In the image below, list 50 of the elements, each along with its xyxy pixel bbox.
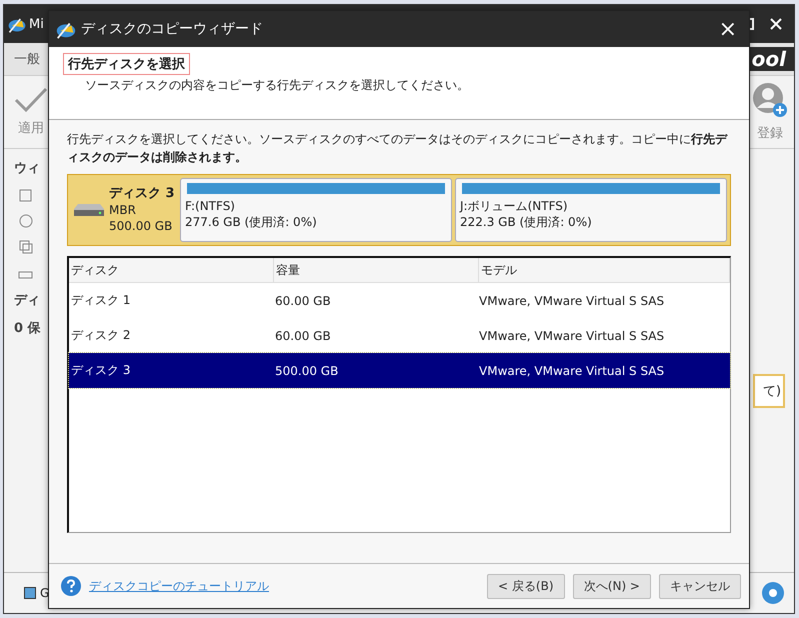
partition-label: J:ボリューム(NTFS)	[460, 198, 569, 214]
column-header[interactable]: モデル	[479, 258, 730, 282]
legend-swatch	[24, 587, 36, 599]
sidebar-status: 0 保	[14, 320, 41, 337]
table-cell-text: 60.00 GB	[274, 328, 332, 342]
partition-label: F:(NTFS)	[185, 198, 236, 214]
sidebar-item-icon[interactable]	[18, 213, 34, 229]
tutorial-link[interactable]: ディスクコピーのチュートリアル	[89, 578, 269, 594]
table-cell-text: 500.00 GB	[274, 364, 340, 378]
close-button[interactable]: ×	[710, 16, 745, 42]
step-description: ソースディスクの内容をコピーする行先ディスクを選択してください。	[85, 77, 469, 94]
user-add-icon[interactable]	[752, 82, 788, 118]
sidebar-heading: ウィ	[14, 160, 41, 177]
table-cell-text: ディスク 3	[70, 362, 132, 379]
disk-row[interactable]: ディスク 3 500.00 GB VMware, VMware Virtual S SAS	[69, 353, 730, 388]
disk-row[interactable]: ディスク 1 60.00 GB VMware, VMware Virtual S SAS	[69, 283, 730, 318]
step-heading: 行先ディスクを選択	[63, 53, 190, 75]
partition-style: MBR	[109, 202, 137, 218]
wizard-button[interactable]: 次へ(N) >	[572, 574, 651, 598]
column-header[interactable]: ディスク	[69, 258, 274, 282]
sidebar-item-icon[interactable]	[18, 239, 34, 255]
checkmark-icon[interactable]	[14, 87, 48, 113]
app-title: Mi	[29, 16, 44, 32]
sidebar-heading: ディ	[14, 292, 41, 309]
table-cell-text: ディスク 1	[70, 292, 132, 309]
hard-drive-icon	[73, 203, 105, 217]
dialog-title: ディスクのコピーウィザード	[81, 20, 263, 38]
help-icon[interactable]	[61, 576, 81, 596]
disk-name: ディスク 3	[109, 186, 175, 202]
sidebar-item-icon[interactable]	[18, 187, 34, 203]
disk-map[interactable]: ディスク 3 MBR 500.00 GB F:(NTFS) 277.6 GB (使用済: 0%) J:ボリューム(NTFS) 222.3 GB (使用済: 0%)	[67, 174, 731, 246]
instruction-text: 行先ディスクを選択してください。ソースディスクのすべてのデータはそのディスクにコピーされます。コピー中に行先ディスクのデータは削除されます。	[67, 131, 729, 166]
table-cell-text: VMware, VMware Virtual S SAS	[478, 328, 666, 342]
disk-size: 500.00 GB	[109, 218, 174, 234]
brand-logo: ool	[748, 47, 794, 71]
partition-block[interactable]: F:(NTFS) 277.6 GB (使用済: 0%)	[180, 178, 452, 242]
wizard-button[interactable]: キャンセル	[659, 574, 741, 598]
table-cell-text: VMware, VMware Virtual S SAS	[478, 364, 666, 378]
partition-info: 277.6 GB (使用済: 0%)	[185, 214, 318, 230]
partition-block[interactable]: J:ボリューム(NTFS) 222.3 GB (使用済: 0%)	[455, 178, 727, 242]
menu-tab[interactable]: 一般	[14, 50, 40, 68]
disk-row[interactable]: ディスク 2 60.00 GB VMware, VMware Virtual S SAS	[69, 318, 730, 353]
wizard-button[interactable]: < 戻る(B)	[486, 574, 565, 598]
panel-text: て)	[752, 374, 786, 408]
table-cell-text: 60.00 GB	[274, 294, 332, 308]
partition-info: 222.3 GB (使用済: 0%)	[460, 214, 593, 230]
table-cell-text: ディスク 2	[70, 327, 132, 344]
close-icon[interactable]	[770, 18, 782, 30]
column-header[interactable]: 容量	[274, 258, 479, 282]
table-cell-text: VMware, VMware Virtual S SAS	[478, 294, 666, 308]
